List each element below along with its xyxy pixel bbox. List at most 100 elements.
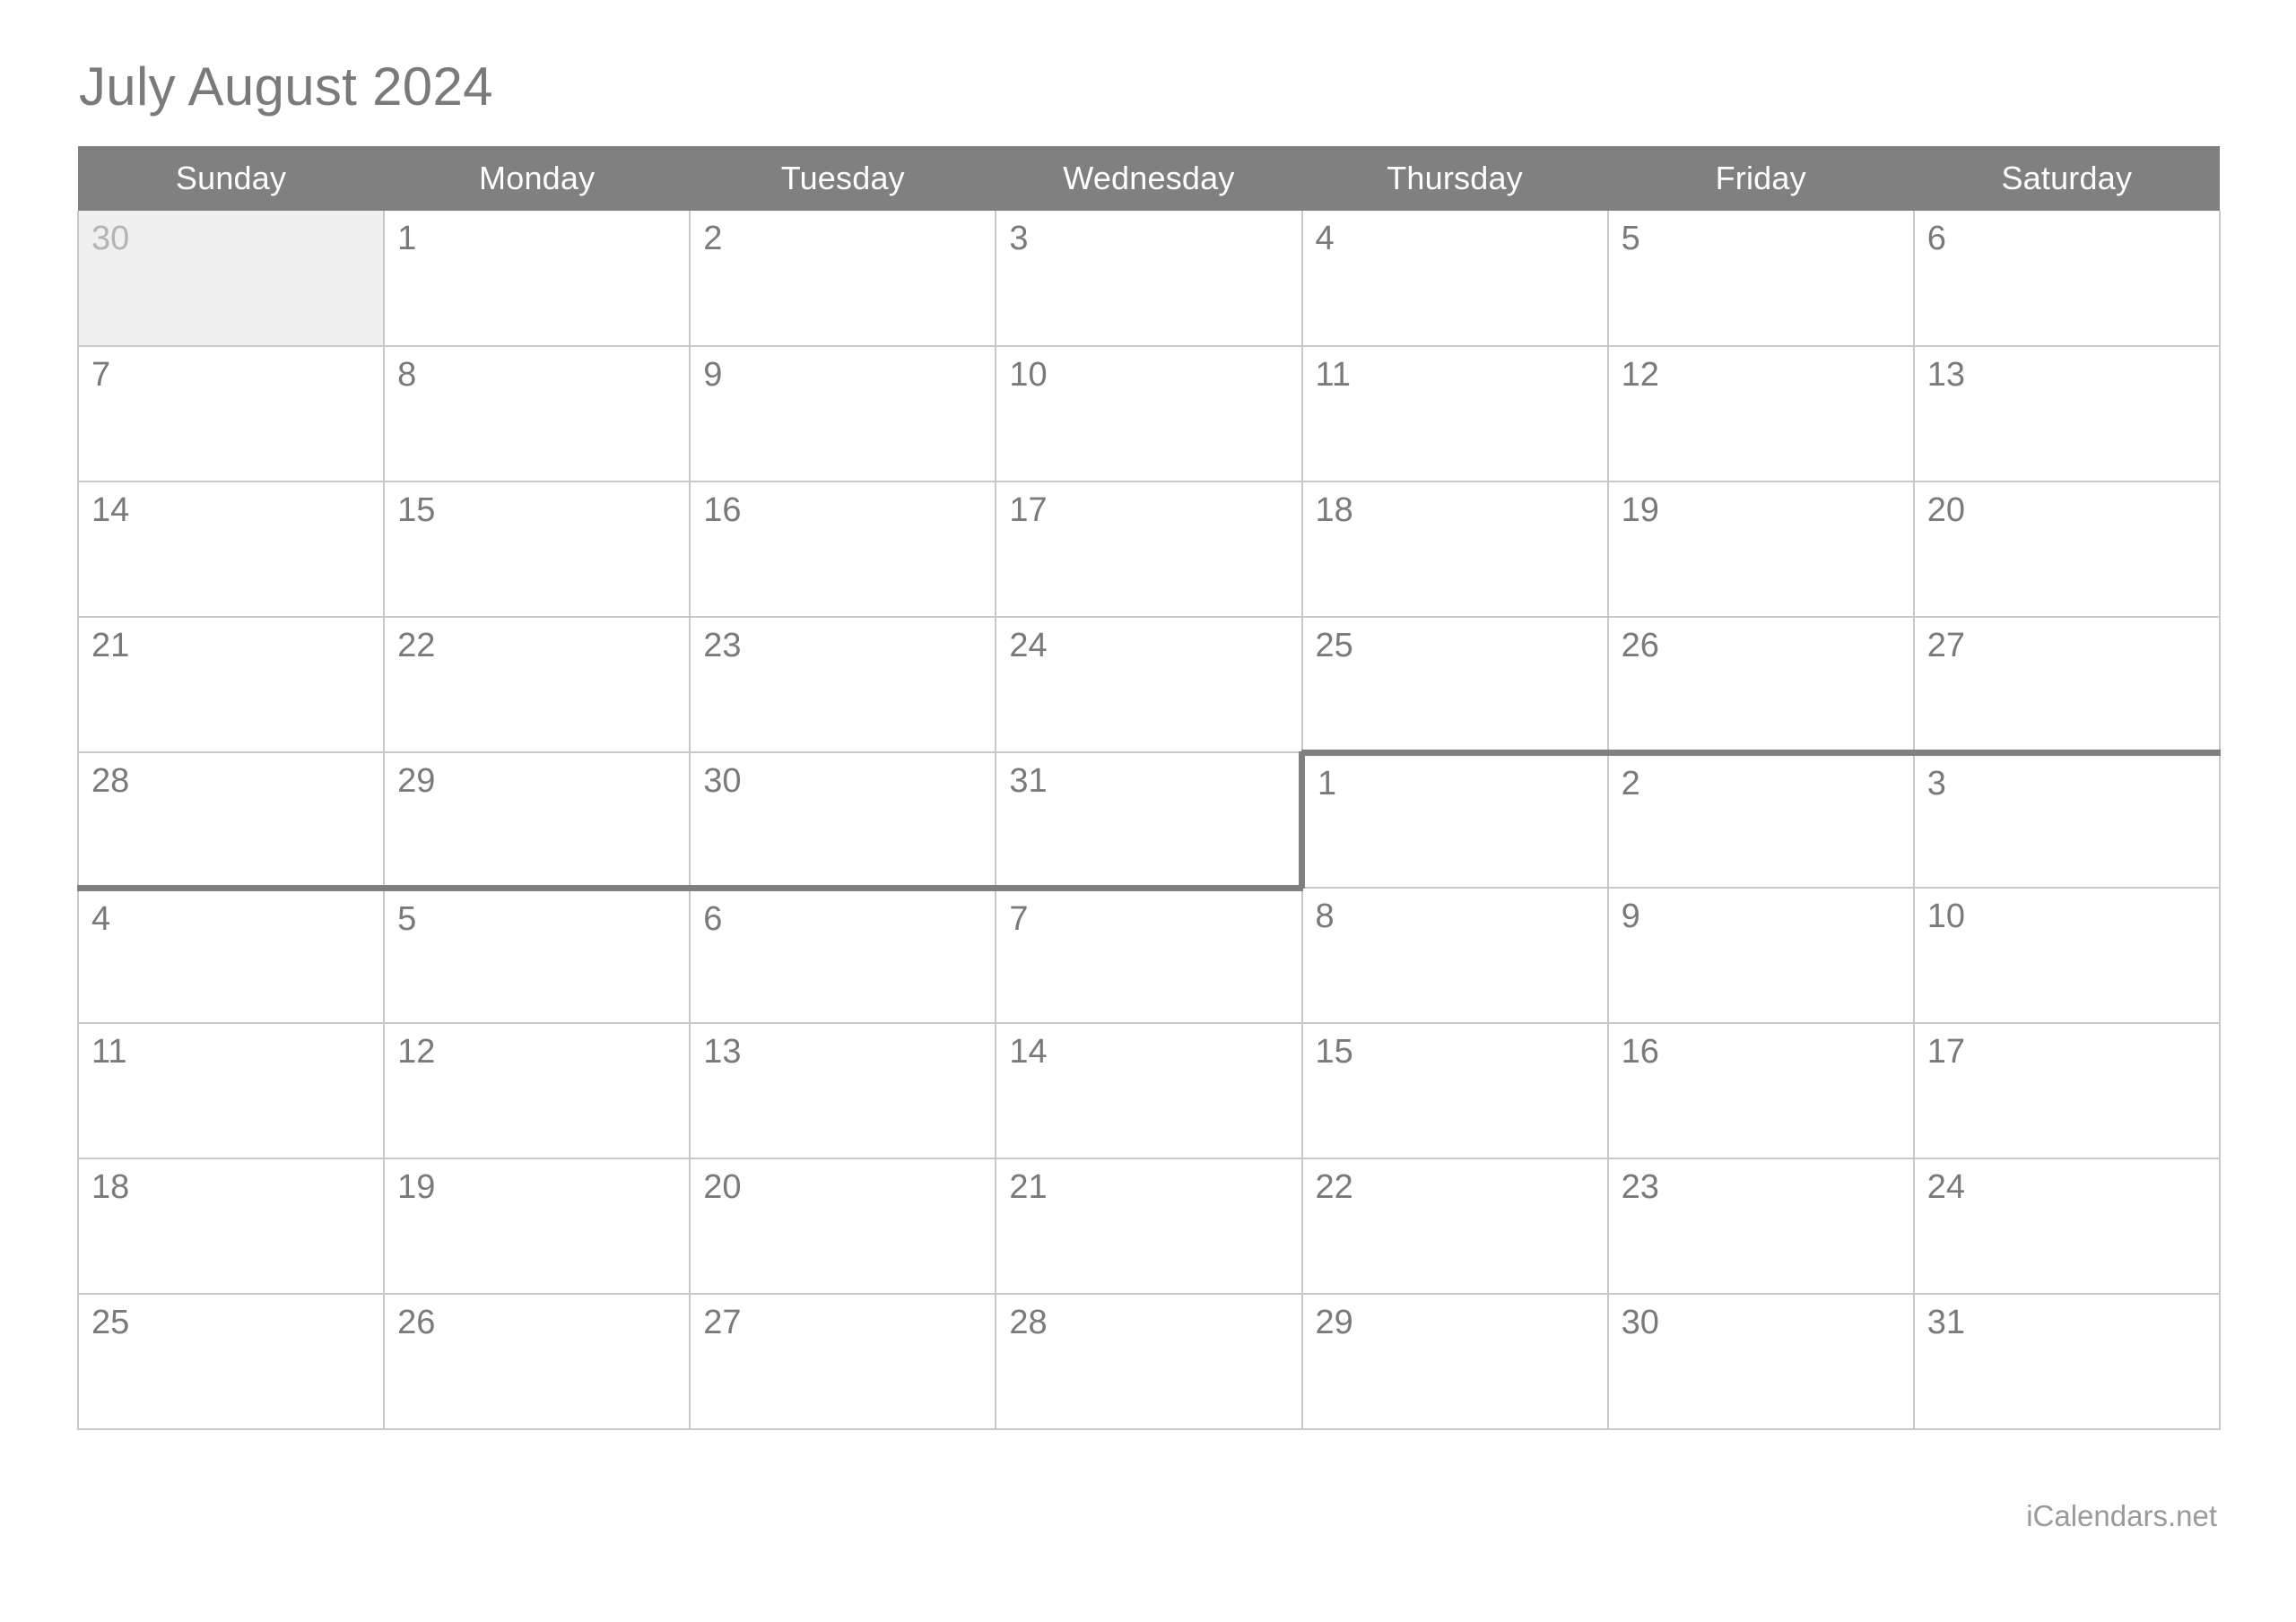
calendar-day-cell[interactable]: 5 bbox=[1606, 211, 1915, 347]
calendar-day-cell[interactable]: 22 bbox=[383, 616, 691, 753]
calendar-day-cell[interactable]: 24 bbox=[1912, 1158, 2221, 1295]
calendar-day-cell[interactable]: 19 bbox=[1606, 481, 1915, 618]
calendar-day-cell[interactable]: 22 bbox=[1300, 1158, 1609, 1295]
calendar-week-row: 18 19 20 21 22 23 24 bbox=[76, 1158, 2221, 1295]
day-number: 1 bbox=[397, 220, 417, 257]
calendar-day-cell[interactable]: 30 bbox=[689, 751, 997, 891]
calendar-day-cell[interactable]: 30 bbox=[76, 211, 386, 347]
calendar-week-row: 21 22 23 24 25 26 27 bbox=[76, 616, 2221, 753]
calendar-day-cell[interactable]: 2 bbox=[689, 211, 997, 347]
weekday-header-wednesday: Wednesday bbox=[996, 146, 1302, 211]
day-number: 4 bbox=[1315, 220, 1335, 257]
calendar-week-row: 7 8 9 10 11 12 13 bbox=[76, 345, 2221, 482]
day-number: 6 bbox=[703, 899, 723, 938]
day-number: 25 bbox=[91, 1304, 130, 1341]
calendar-day-cell[interactable]: 13 bbox=[689, 1022, 997, 1159]
calendar-day-cell[interactable]: 26 bbox=[383, 1293, 691, 1430]
day-number: 1 bbox=[1318, 764, 1337, 802]
calendar-day-cell[interactable]: 30 bbox=[1606, 1293, 1915, 1430]
calendar-day-cell[interactable]: 20 bbox=[689, 1158, 997, 1295]
calendar-day-cell[interactable]: 28 bbox=[995, 1293, 1303, 1430]
calendar-day-cell[interactable]: 23 bbox=[689, 616, 997, 753]
calendar-day-cell[interactable]: 21 bbox=[995, 1158, 1303, 1295]
calendar-day-cell[interactable]: 10 bbox=[995, 345, 1303, 482]
calendar-day-cell[interactable]: 14 bbox=[76, 481, 386, 618]
calendar-day-cell[interactable]: 27 bbox=[689, 1293, 997, 1430]
calendar-week-row: 4 5 6 7 8 9 10 bbox=[76, 887, 2221, 1024]
calendar-day-cell[interactable]: 7 bbox=[995, 887, 1303, 1024]
calendar-day-cell[interactable]: 7 bbox=[76, 345, 386, 482]
calendar-day-cell[interactable]: 17 bbox=[995, 481, 1303, 618]
day-number: 21 bbox=[91, 627, 130, 664]
weekday-header-thursday: Thursday bbox=[1301, 146, 1608, 211]
calendar-day-cell[interactable]: 1 bbox=[1298, 749, 1609, 889]
day-number: 30 bbox=[1621, 1304, 1659, 1341]
calendar-day-cell[interactable]: 23 bbox=[1606, 1158, 1915, 1295]
day-number: 23 bbox=[1621, 1168, 1659, 1206]
calendar-day-cell[interactable]: 18 bbox=[76, 1158, 386, 1295]
calendar-weekday-header: Sunday Monday Tuesday Wednesday Thursday Frid… bbox=[78, 146, 2220, 211]
calendar-day-cell[interactable]: 27 bbox=[1912, 616, 2221, 753]
calendar-day-cell[interactable]: 31 bbox=[1912, 1293, 2221, 1430]
day-number: 14 bbox=[1009, 1033, 1048, 1071]
calendar-day-cell[interactable]: 29 bbox=[1300, 1293, 1609, 1430]
calendar-day-cell[interactable]: 4 bbox=[1300, 211, 1609, 347]
day-number: 15 bbox=[1315, 1033, 1353, 1071]
calendar-day-cell[interactable]: 13 bbox=[1912, 345, 2221, 482]
day-number: 27 bbox=[1926, 627, 1966, 664]
day-number: 31 bbox=[1009, 762, 1048, 800]
calendar-day-cell[interactable]: 1 bbox=[383, 211, 691, 347]
calendar-day-cell[interactable]: 25 bbox=[1300, 616, 1609, 753]
calendar-day-cell[interactable]: 3 bbox=[995, 211, 1303, 347]
calendar-day-cell[interactable]: 20 bbox=[1912, 481, 2221, 618]
day-number: 30 bbox=[703, 762, 742, 800]
calendar-day-cell[interactable]: 11 bbox=[1300, 345, 1609, 482]
calendar-day-cell[interactable]: 18 bbox=[1300, 481, 1609, 618]
weekday-header-row: Sunday Monday Tuesday Wednesday Thursday Frid… bbox=[78, 146, 2220, 211]
calendar-body: 30 1 2 3 4 5 6 7 8 9 10 11 12 13 14 15 16 17 18 19 20 21 22 23 2… bbox=[76, 211, 2221, 1430]
calendar-day-cell[interactable]: 16 bbox=[689, 481, 997, 618]
calendar-day-cell[interactable]: 28 bbox=[76, 751, 386, 891]
calendar-day-cell[interactable]: 15 bbox=[1300, 1022, 1609, 1159]
calendar-day-cell[interactable]: 15 bbox=[383, 481, 691, 618]
weekday-header-friday: Friday bbox=[1607, 146, 1914, 211]
calendar-day-cell[interactable]: 17 bbox=[1912, 1022, 2221, 1159]
calendar-day-cell[interactable]: 2 bbox=[1606, 749, 1915, 889]
calendar-day-cell[interactable]: 5 bbox=[383, 887, 691, 1024]
calendar-table: Sunday Monday Tuesday Wednesday Thursday Frid… bbox=[76, 146, 2221, 1430]
day-number: 5 bbox=[397, 899, 417, 938]
calendar-day-cell[interactable]: 6 bbox=[1912, 211, 2221, 347]
calendar-day-cell[interactable]: 12 bbox=[383, 1022, 691, 1159]
calendar-day-cell[interactable]: 31 bbox=[995, 751, 1303, 891]
calendar-day-cell[interactable]: 3 bbox=[1912, 749, 2221, 889]
calendar-day-cell[interactable]: 10 bbox=[1912, 887, 2221, 1024]
day-number: 3 bbox=[1009, 220, 1029, 257]
calendar-day-cell[interactable]: 9 bbox=[689, 345, 997, 482]
calendar-day-cell[interactable]: 14 bbox=[995, 1022, 1303, 1159]
calendar-day-cell[interactable]: 8 bbox=[383, 345, 691, 482]
calendar-day-cell[interactable]: 21 bbox=[76, 616, 386, 753]
calendar-day-cell[interactable]: 9 bbox=[1606, 887, 1915, 1024]
day-number: 20 bbox=[703, 1168, 742, 1206]
calendar-day-cell[interactable]: 26 bbox=[1606, 616, 1915, 753]
calendar-day-cell[interactable]: 16 bbox=[1606, 1022, 1915, 1159]
day-number: 7 bbox=[1009, 899, 1029, 938]
calendar-day-cell[interactable]: 6 bbox=[689, 887, 997, 1024]
day-number: 28 bbox=[91, 762, 130, 800]
calendar-grid-container: Sunday Monday Tuesday Wednesday Thursday Frid… bbox=[76, 146, 2221, 1430]
calendar-day-cell[interactable]: 19 bbox=[383, 1158, 691, 1295]
calendar-day-cell[interactable]: 29 bbox=[383, 751, 691, 891]
calendar-week-row: 14 15 16 17 18 19 20 bbox=[76, 481, 2221, 618]
day-number: 4 bbox=[91, 899, 111, 938]
weekday-header-sunday: Sunday bbox=[78, 146, 385, 211]
calendar-day-cell[interactable]: 4 bbox=[76, 887, 386, 1024]
page-title: July August 2024 bbox=[79, 56, 493, 117]
calendar-day-cell[interactable]: 24 bbox=[995, 616, 1303, 753]
calendar-day-cell[interactable]: 25 bbox=[76, 1293, 386, 1430]
day-number: 27 bbox=[703, 1304, 742, 1341]
calendar-day-cell[interactable]: 11 bbox=[76, 1022, 386, 1159]
calendar-week-row: 11 12 13 14 15 16 17 bbox=[76, 1022, 2221, 1159]
day-number: 13 bbox=[1926, 356, 1966, 394]
calendar-day-cell[interactable]: 8 bbox=[1300, 887, 1609, 1024]
calendar-day-cell[interactable]: 12 bbox=[1606, 345, 1915, 482]
